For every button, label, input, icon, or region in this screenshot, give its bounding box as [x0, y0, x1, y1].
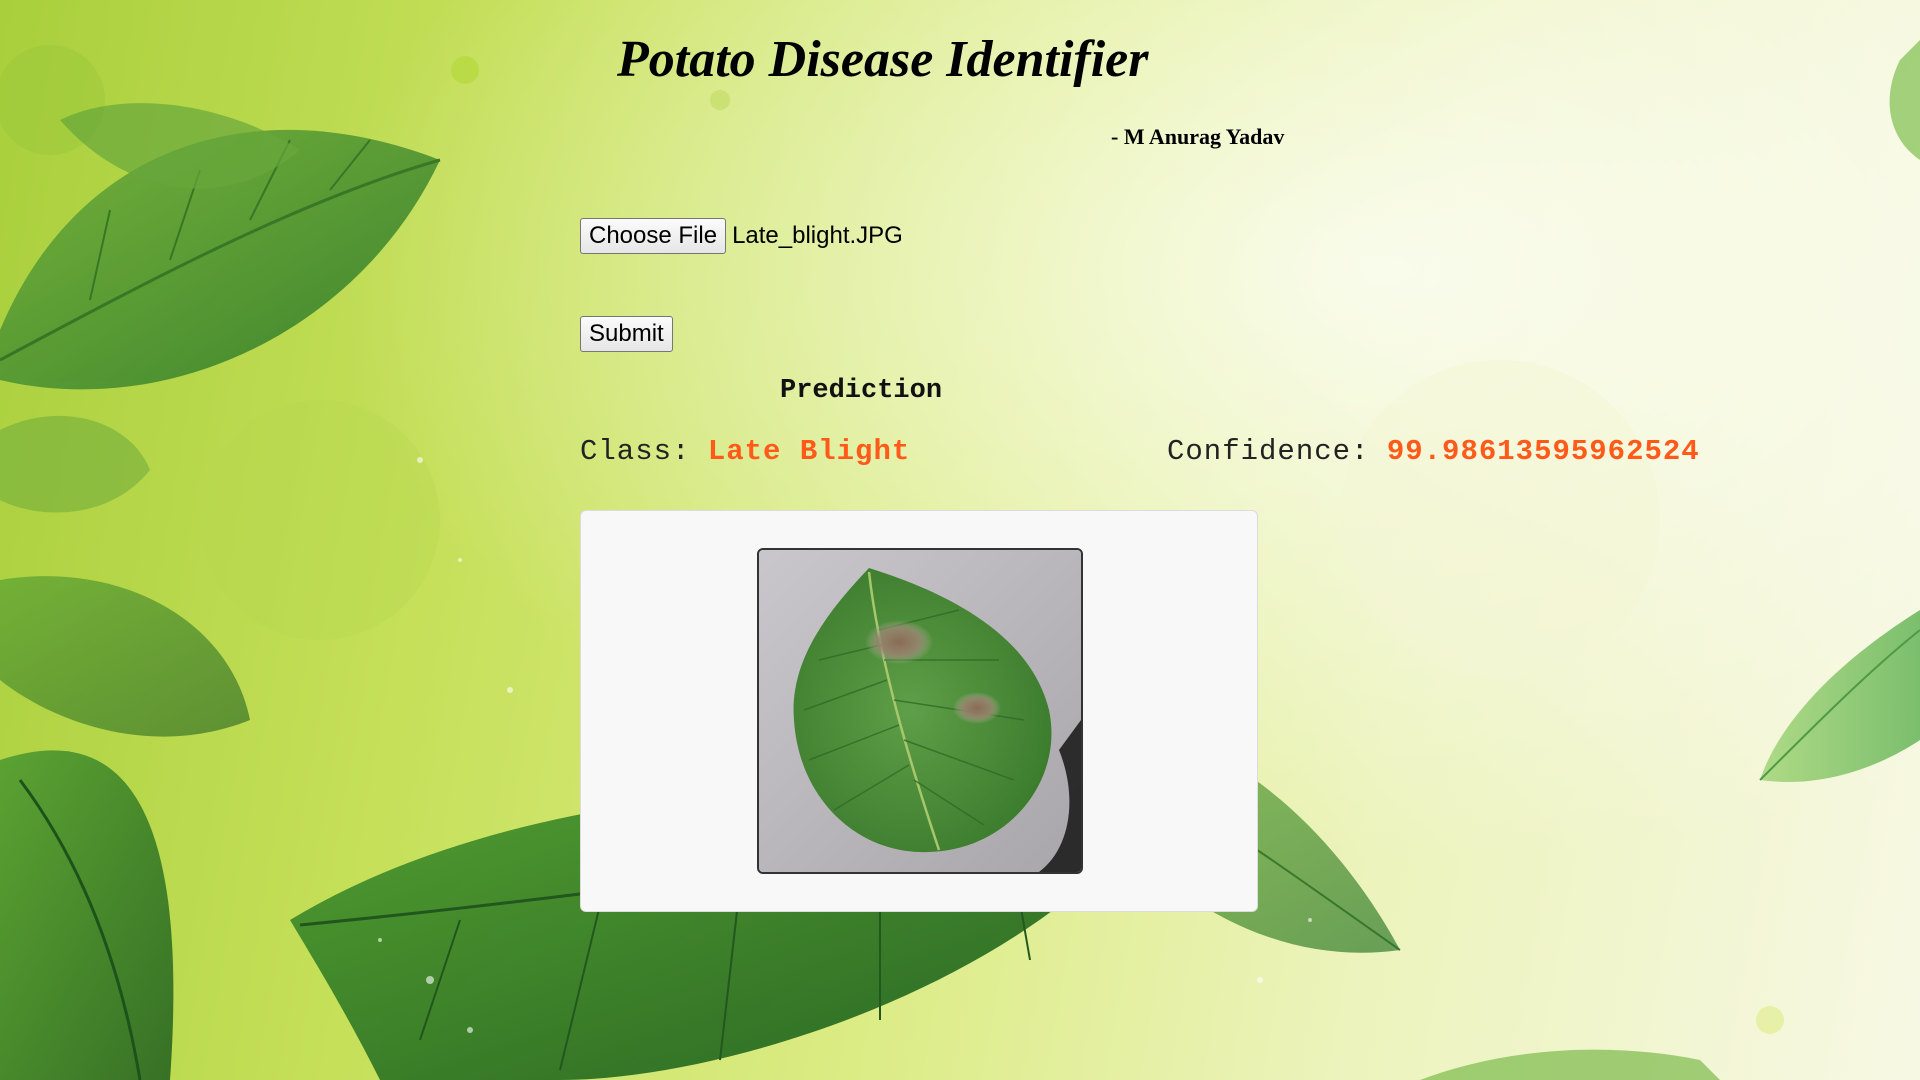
main-content: Potato Disease Identifier - M Anurag Yad… [0, 0, 1920, 1080]
class-label: Class: [580, 435, 691, 468]
submit-button[interactable]: Submit [580, 316, 673, 352]
confidence-result: Confidence: 99.98613595962524 [1167, 435, 1700, 468]
prediction-heading: Prediction [780, 376, 943, 406]
leaf-photo-icon [759, 550, 1081, 872]
confidence-value: 99.98613595962524 [1386, 435, 1700, 468]
class-result: Class: Late Blight [580, 435, 910, 468]
confidence-label: Confidence: [1167, 435, 1370, 468]
uploaded-leaf-image [757, 548, 1083, 874]
file-upload-row: Choose File Late_blight.JPG [580, 218, 903, 254]
class-value: Late Blight [707, 435, 911, 468]
choose-file-button[interactable]: Choose File [580, 218, 727, 254]
page-title: Potato Disease Identifier [617, 31, 1149, 88]
image-preview-card [580, 510, 1258, 912]
selected-file-name: Late_blight.JPG [732, 222, 903, 249]
author-credit: - M Anurag Yadav [1111, 124, 1285, 149]
